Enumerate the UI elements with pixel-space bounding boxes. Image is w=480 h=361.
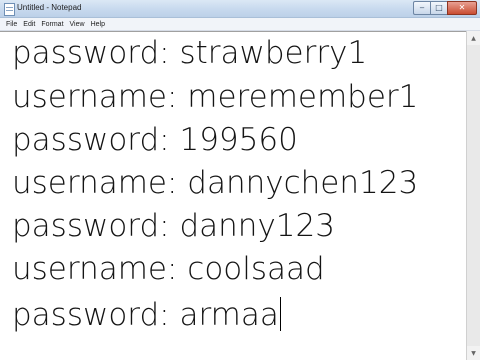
minimize-button[interactable]: ‒ — [413, 1, 430, 15]
title-bar[interactable]: Untitled - Notepad ‒ □ ✕ — [0, 0, 480, 18]
scroll-up-button[interactable]: ▲ — [467, 31, 480, 45]
menu-help[interactable]: Help — [91, 21, 105, 28]
text-line: username: dannychen123 — [12, 165, 419, 201]
menu-format[interactable]: Format — [41, 21, 63, 28]
menu-edit[interactable]: Edit — [23, 21, 35, 28]
text-caret — [279, 297, 281, 331]
close-button[interactable]: ✕ — [447, 1, 477, 15]
menu-file[interactable]: File — [6, 21, 17, 28]
vertical-scrollbar[interactable]: ▲ ▼ — [466, 31, 480, 360]
notepad-icon[interactable] — [4, 3, 15, 16]
text-line-last: password: armaa — [12, 297, 281, 331]
text-line: password: danny123 — [12, 208, 335, 244]
menu-view[interactable]: View — [70, 21, 85, 28]
window-title: Untitled - Notepad — [17, 3, 82, 12]
text-line: password: 199560 — [12, 122, 298, 158]
text-line: username: meremember1 — [12, 79, 419, 115]
text-editor-area[interactable]: password: strawberry1 username: merememb… — [0, 31, 466, 361]
menu-bar: File Edit Format View Help — [0, 18, 480, 31]
text-line: username: coolsaad — [12, 251, 325, 287]
maximize-button[interactable]: □ — [430, 1, 447, 15]
scroll-down-button[interactable]: ▼ — [467, 346, 480, 360]
window-controls: ‒ □ ✕ — [413, 1, 477, 15]
text-line-content: password: armaa — [12, 297, 279, 333]
text-line: password: strawberry1 — [12, 35, 368, 71]
